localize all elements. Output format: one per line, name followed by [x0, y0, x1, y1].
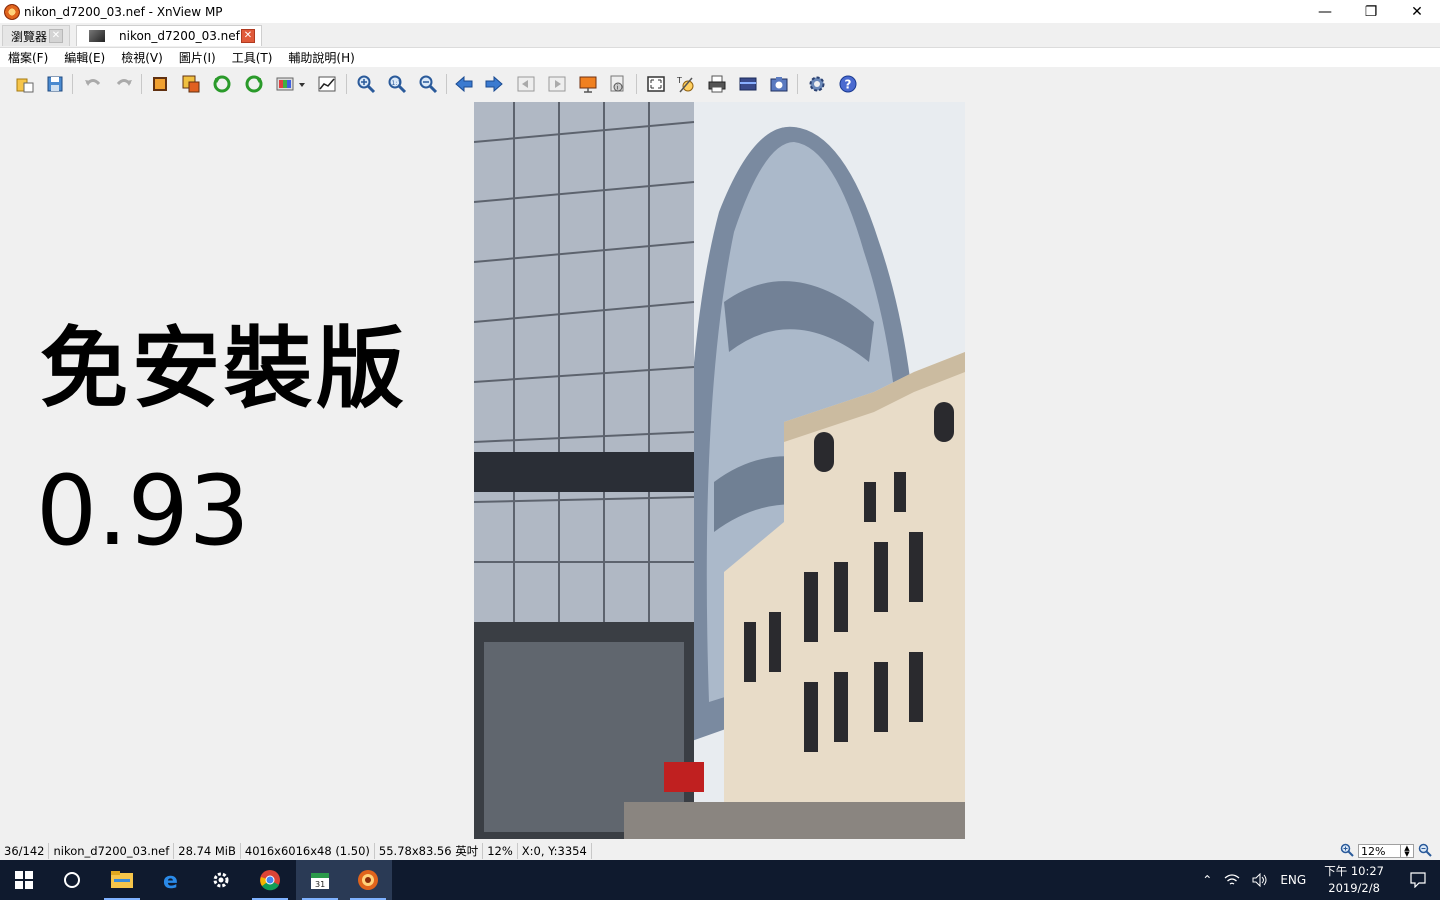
show-hidden-icons-chevron-icon[interactable]: ⌃ [1196, 873, 1218, 887]
clock-time: 下午 10:27 [1324, 864, 1384, 878]
xnview-app-icon[interactable] [4, 3, 20, 20]
status-filesize: 28.74 MiB [174, 843, 241, 859]
system-tray: ⌃ ENG 下午 10:27 2019/2/8 [1196, 860, 1440, 900]
scanner-icon[interactable] [737, 73, 759, 95]
resize-icon[interactable] [180, 73, 202, 95]
tab-image-close-icon[interactable]: ✕ [241, 29, 255, 43]
tab-browser-label: 瀏覽器 [11, 29, 48, 44]
svg-text:?: ? [845, 78, 852, 92]
restore-button[interactable]: ❐ [1348, 0, 1394, 23]
menu-help[interactable]: 輔助說明(H) [280, 49, 362, 66]
menu-bar: 檔案(F) 編輯(E) 檢視(V) 圖片(I) 工具(T) 輔助說明(H) [0, 48, 1440, 67]
help-icon[interactable]: ? [837, 73, 859, 95]
browse-folder-icon[interactable] [14, 73, 36, 95]
menu-image[interactable]: 圖片(I) [171, 49, 224, 66]
tab-image[interactable]: nikon_d7200_03.nef ✕ [76, 25, 262, 46]
last-image-icon[interactable] [546, 73, 568, 95]
settings-gear-icon[interactable] [806, 73, 828, 95]
minimize-button[interactable]: — [1302, 0, 1348, 23]
zoom-in-small-icon[interactable] [1340, 843, 1354, 860]
zoom-out-small-icon[interactable] [1418, 843, 1432, 860]
window-controls: — ❐ ✕ [1302, 0, 1440, 23]
version-label: 0.93 [36, 455, 250, 567]
clock[interactable]: 下午 10:27 2019/2/8 [1312, 863, 1396, 897]
input-language-indicator[interactable]: ENG [1274, 873, 1312, 887]
zoom-spinner[interactable]: ▲ ▼ [1400, 845, 1413, 858]
start-windows-icon[interactable] [0, 860, 48, 900]
previous-image-icon[interactable] [453, 73, 475, 95]
edge-browser-icon[interactable]: e [148, 860, 196, 900]
status-coords: X:0, Y:3354 [518, 843, 592, 859]
menu-edit[interactable]: 編輯(E) [56, 49, 113, 66]
zoom-input-value: 12% [1361, 844, 1386, 858]
tab-browser[interactable]: 瀏覽器 ✕ [2, 25, 70, 46]
slideshow-icon[interactable] [577, 73, 599, 95]
zoom-actual-icon[interactable]: 1:1 [386, 73, 408, 95]
file-explorer-icon[interactable] [98, 860, 146, 900]
action-center-notification-icon[interactable] [1396, 872, 1440, 888]
rotate-right-icon[interactable] [243, 73, 265, 95]
displayed-photo[interactable] [474, 102, 965, 839]
zoom-control: 12% ▲ ▼ [1340, 842, 1432, 860]
print-icon[interactable] [706, 73, 728, 95]
menu-tools[interactable]: 工具(T) [224, 49, 281, 66]
settings-taskbar-icon[interactable] [197, 860, 245, 900]
menu-file[interactable]: 檔案(F) [0, 49, 56, 66]
status-filename: nikon_d7200_03.nef [49, 843, 175, 859]
status-print-size: 55.78x83.56 英吋 [375, 843, 484, 859]
toolbar: 1:1 i T ? [0, 67, 1440, 103]
image-thumbnail-icon [89, 30, 105, 42]
tab-bar: 瀏覽器 ✕ nikon_d7200_03.nef ✕ [0, 23, 1440, 48]
status-bar: 36/142 nikon_d7200_03.nef 28.74 MiB 4016… [0, 842, 1440, 860]
save-icon[interactable] [44, 73, 66, 95]
network-wifi-icon[interactable] [1218, 873, 1246, 887]
zoom-input[interactable]: 12% ▲ ▼ [1358, 844, 1414, 858]
properties-icon[interactable]: i [607, 73, 629, 95]
adjust-dropdown-icon[interactable] [296, 73, 308, 95]
crop-icon[interactable] [149, 73, 171, 95]
first-image-icon[interactable] [515, 73, 537, 95]
search-cortana-icon[interactable] [48, 860, 96, 900]
next-image-icon[interactable] [483, 73, 505, 95]
photo-canvas [474, 102, 965, 839]
svg-text:T: T [676, 76, 682, 85]
close-window-button[interactable]: ✕ [1394, 0, 1440, 23]
svg-text:31: 31 [315, 880, 325, 889]
undo-icon[interactable] [82, 73, 104, 95]
calendar-app-icon[interactable]: 31 [296, 860, 344, 900]
rotate-left-icon[interactable] [211, 73, 233, 95]
status-dimensions: 4016x6016x48 (1.50) [241, 843, 375, 859]
xnview-taskbar-icon[interactable] [344, 860, 392, 900]
portable-edition-label: 免安裝版 [40, 317, 409, 420]
clock-date: 2019/2/8 [1328, 881, 1380, 895]
tab-image-label: nikon_d7200_03.nef [119, 29, 240, 43]
chrome-icon[interactable] [246, 860, 294, 900]
fullscreen-icon[interactable] [645, 73, 667, 95]
zoom-in-icon[interactable] [355, 73, 377, 95]
menu-view[interactable]: 檢視(V) [113, 49, 171, 66]
windows-taskbar: e 31 ⌃ ENG 下午 10:27 2019/2/8 [0, 860, 1440, 900]
tab-browser-close-icon[interactable]: ✕ [49, 29, 63, 43]
window-title: nikon_d7200_03.nef - XnView MP [24, 4, 223, 19]
adjust-colors-icon[interactable] [274, 73, 296, 95]
capture-icon[interactable] [768, 73, 790, 95]
zoom-out-icon[interactable] [417, 73, 439, 95]
levels-icon[interactable] [316, 73, 338, 95]
edit-text-icon[interactable]: T [675, 73, 697, 95]
volume-speaker-icon[interactable] [1246, 873, 1274, 887]
status-index: 36/142 [0, 843, 50, 859]
status-zoom: 12% [483, 843, 518, 859]
svg-text:1:1: 1:1 [392, 80, 402, 87]
svg-text:e: e [163, 869, 178, 891]
title-bar: nikon_d7200_03.nef - XnView MP — ❐ ✕ [0, 0, 1440, 23]
redo-icon[interactable] [113, 73, 135, 95]
